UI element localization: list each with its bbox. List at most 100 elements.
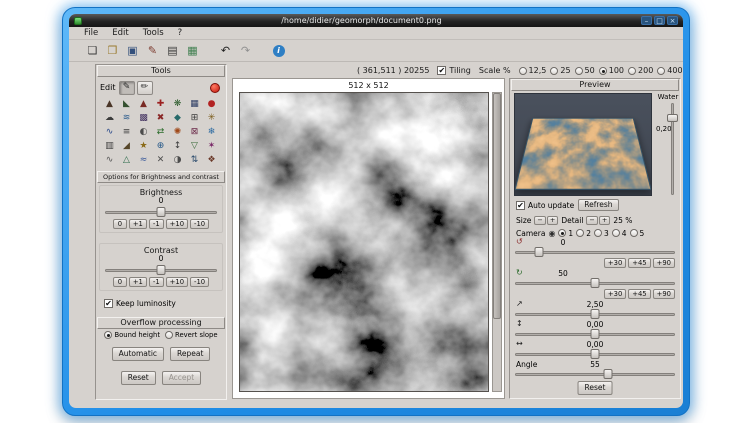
contrast-step-button[interactable]: -1 (149, 277, 164, 287)
tool-button[interactable]: ✖ (152, 111, 169, 125)
brightness-step-button[interactable]: +10 (166, 219, 188, 229)
pan-vertical-slider[interactable] (515, 329, 675, 339)
preview-reset-button[interactable]: Reset (578, 381, 613, 395)
save-button[interactable]: ▣ (123, 42, 142, 60)
detail-stepper-button[interactable]: − (586, 216, 597, 225)
tool-button[interactable]: ❋ (169, 97, 186, 111)
menu-edit[interactable]: Edit (105, 28, 135, 38)
contrast-step-button[interactable]: +1 (129, 277, 147, 287)
auto-update-checkbox[interactable]: ✔ Auto update (516, 201, 574, 210)
undo-button[interactable]: ↶ (216, 42, 235, 60)
canvas-vertical-scrollbar[interactable] (492, 92, 502, 392)
tool-button[interactable]: ❄ (203, 125, 220, 139)
size-stepper-button[interactable]: + (547, 216, 558, 225)
menu-file[interactable]: File (77, 28, 105, 38)
tool-button[interactable]: ▲ (101, 97, 118, 111)
tool-button[interactable]: ≡ (118, 125, 135, 139)
slider-step-button[interactable]: +45 (628, 289, 650, 299)
contrast-step-button[interactable]: 0 (113, 277, 127, 287)
tool-button[interactable]: ★ (135, 139, 152, 153)
open-file-button[interactable]: ❐ (103, 42, 122, 60)
overflow-radio[interactable]: Revert slope (165, 331, 218, 339)
tool-button[interactable]: ◑ (169, 153, 186, 167)
tool-button[interactable]: ❖ (203, 153, 220, 167)
minimize-button[interactable]: – (641, 16, 652, 25)
close-button[interactable]: × (667, 16, 678, 25)
tool-button[interactable]: ▦ (186, 97, 203, 111)
tool-button[interactable]: ▲ (135, 97, 152, 111)
scrollbar-thumb[interactable] (493, 93, 501, 319)
menu-tools[interactable]: Tools (136, 28, 171, 38)
camera-radio[interactable]: 5 (630, 229, 645, 238)
tool-button[interactable]: ⇄ (152, 125, 169, 139)
water-slider[interactable] (667, 103, 678, 195)
camera-radio[interactable]: 3 (594, 229, 609, 238)
scale-radio[interactable]: 12,5 (519, 66, 547, 75)
slider-handle[interactable] (603, 369, 612, 379)
contrast-step-button[interactable]: -10 (190, 277, 209, 287)
scale-radio[interactable]: 50 (575, 66, 595, 75)
titlebar[interactable]: /home/didier/geomorph/document0.png –□× (69, 14, 683, 27)
rotate-y-slider[interactable] (515, 247, 675, 257)
tool-button[interactable]: ≋ (118, 111, 135, 125)
tool-button[interactable]: △ (118, 153, 135, 167)
tool-button[interactable]: ✺ (169, 125, 186, 139)
slider-step-button[interactable]: +30 (604, 289, 626, 299)
tool-button[interactable]: ≈ (135, 153, 152, 167)
brightness-slider[interactable] (105, 207, 217, 217)
scale-radio[interactable]: 200 (628, 66, 653, 75)
save-as-button[interactable]: ✎ (143, 42, 162, 60)
preview-3d-view[interactable] (514, 93, 652, 196)
tool-button[interactable]: ▩ (135, 111, 152, 125)
tool-button[interactable]: ∿ (101, 153, 118, 167)
export-image-button[interactable]: ▦ (183, 42, 202, 60)
accept-button[interactable]: Accept (162, 371, 202, 385)
slider-handle[interactable] (591, 329, 600, 339)
view-angle-slider[interactable] (515, 369, 675, 379)
maximize-button[interactable]: □ (654, 16, 665, 25)
slider-handle[interactable] (157, 207, 166, 217)
slider-handle[interactable] (591, 278, 600, 288)
repeat-button[interactable]: Repeat (170, 347, 210, 361)
contrast-slider[interactable] (105, 265, 217, 275)
camera-radio[interactable]: 4 (612, 229, 627, 238)
slider-step-button[interactable]: +45 (628, 258, 650, 268)
brightness-step-button[interactable]: 0 (113, 219, 127, 229)
tool-button[interactable]: ✚ (152, 97, 169, 111)
scale-radio[interactable]: 100 (599, 66, 624, 75)
size-stepper-button[interactable]: − (534, 216, 545, 225)
camera-radio[interactable]: 1 (558, 229, 573, 238)
tool-button[interactable]: ◐ (135, 125, 152, 139)
tool-button[interactable]: ☁ (101, 111, 118, 125)
tool-button[interactable]: ✳ (203, 111, 220, 125)
slider-handle[interactable] (667, 114, 678, 122)
tool-button[interactable]: ↕ (169, 139, 186, 153)
pan-horizontal-slider[interactable] (515, 349, 675, 359)
about-button[interactable]: i (269, 42, 288, 60)
tool-button[interactable]: ▥ (101, 139, 118, 153)
slider-step-button[interactable]: +90 (653, 258, 675, 268)
tool-button[interactable]: ⊠ (186, 125, 203, 139)
automatic-button[interactable]: Automatic (112, 347, 164, 361)
tool-button[interactable]: ∿ (101, 125, 118, 139)
slider-handle[interactable] (591, 349, 600, 359)
tool-button[interactable]: ◢ (118, 139, 135, 153)
tool-button[interactable]: ⇅ (186, 153, 203, 167)
refresh-button[interactable]: Refresh (578, 199, 618, 211)
reset-button[interactable]: Reset (121, 371, 156, 385)
slider-handle[interactable] (591, 309, 600, 319)
camera-radio[interactable]: 2 (576, 229, 591, 238)
slider-handle[interactable] (157, 265, 166, 275)
menu-help[interactable]: ? (171, 28, 190, 38)
print-button[interactable]: ▤ (163, 42, 182, 60)
keep-luminosity-checkbox[interactable]: ✔ Keep luminosity (104, 299, 176, 308)
overflow-radio[interactable]: Bound height (104, 331, 160, 339)
pen-tool[interactable]: ✏ (137, 81, 153, 95)
tool-button[interactable]: ✕ (152, 153, 169, 167)
brightness-step-button[interactable]: -1 (149, 219, 164, 229)
scale-radio[interactable]: 400 (657, 66, 682, 75)
tiling-checkbox[interactable]: ✔ Tiling (437, 66, 470, 75)
tool-button[interactable]: ▽ (186, 139, 203, 153)
contrast-step-button[interactable]: +10 (166, 277, 188, 287)
scale-radio[interactable]: 25 (550, 66, 570, 75)
